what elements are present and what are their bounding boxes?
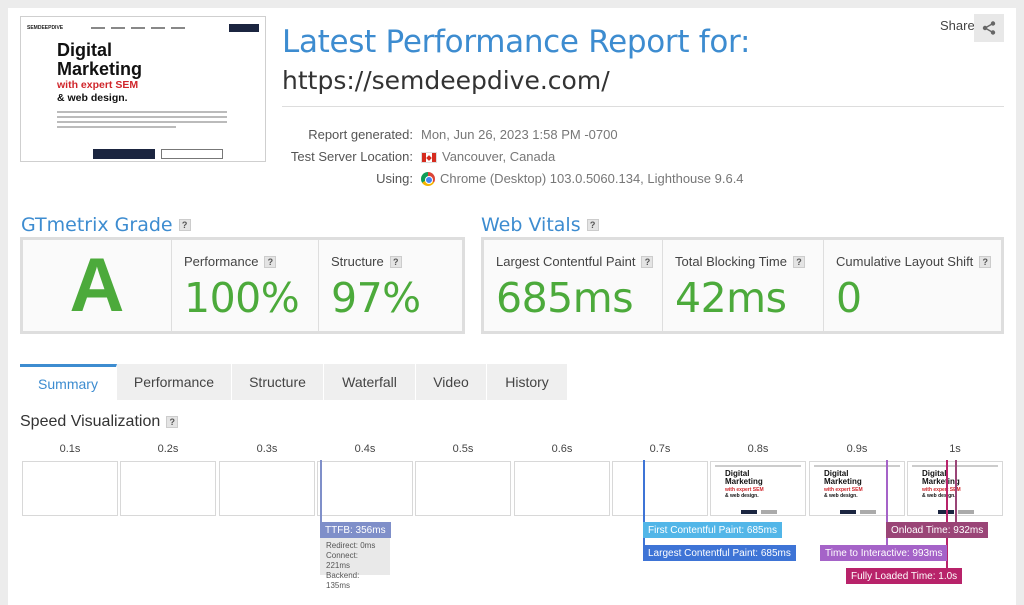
chrome-icon [421, 172, 435, 186]
filmstrip-frame-rendered[interactable]: Digital Marketing with expert SEM & web … [809, 461, 905, 516]
tab-video[interactable]: Video [416, 364, 487, 400]
thumb-subline: with expert SEM [57, 79, 139, 91]
tab-structure[interactable]: Structure [232, 364, 324, 400]
share-icon [982, 21, 996, 35]
timeline-tick: 0.9s [846, 443, 868, 455]
filmstrip-frame[interactable] [22, 461, 118, 516]
timeline-tick: 0.4s [354, 443, 376, 455]
performance-value: 100% [184, 274, 300, 322]
help-icon[interactable]: ? [166, 416, 179, 428]
timeline-tick: 0.2s [157, 443, 179, 455]
fcp-marker: First Contentful Paint: 685ms [643, 522, 782, 538]
structure-score-cell: Structure? 97% [319, 240, 462, 331]
filmstrip-frame[interactable] [219, 461, 315, 516]
timeline-tick: 0.3s [256, 443, 278, 455]
report-meta-values: Mon, Jun 26, 2023 1:58 PM -0700 Vancouve… [421, 124, 744, 190]
ttfb-line [320, 460, 322, 522]
web-vitals-panel: Largest Contentful Paint? 685ms Total Bl… [481, 237, 1004, 334]
grade-cell: A [23, 240, 172, 331]
cls-value: 0 [836, 274, 862, 322]
tab-summary[interactable]: Summary [20, 364, 117, 400]
performance-label: Performance [184, 254, 259, 269]
tab-waterfall[interactable]: Waterfall [324, 364, 416, 400]
report-meta-labels: Report generated: Test Server Location: … [260, 124, 413, 190]
ttfb-redirect: Redirect: 0ms [326, 541, 376, 550]
thumb-subline-2: & web design. [57, 92, 128, 104]
lcp-marker: Largest Contentful Paint: 685ms [643, 545, 796, 561]
tbt-label: Total Blocking Time [675, 254, 787, 269]
timeline-tick: 1s [949, 443, 961, 455]
onload-marker: Onload Time: 932ms [886, 522, 989, 538]
help-icon[interactable]: ? [586, 219, 599, 231]
structure-label: Structure [331, 254, 384, 269]
tti-line [886, 460, 888, 553]
share-button[interactable] [974, 14, 1004, 42]
help-icon[interactable]: ? [178, 219, 191, 231]
site-screenshot-thumbnail[interactable]: SEMDEEPDIVE Digital Marketing with exper… [20, 16, 266, 162]
gtmetrix-grade-title: GTmetrix Grade ? [21, 214, 191, 236]
page-title: Latest Performance Report for: [282, 24, 751, 60]
help-icon[interactable]: ? [793, 255, 805, 268]
cls-cell: Cumulative Layout Shift? 0 [824, 240, 1001, 331]
help-icon[interactable]: ? [641, 255, 654, 268]
canada-flag-icon [421, 151, 437, 163]
lcp-value: 685ms [496, 274, 634, 322]
generated-value: Mon, Jun 26, 2023 1:58 PM -0700 [421, 127, 618, 142]
tbt-cell: Total Blocking Time? 42ms [663, 240, 824, 331]
speed-visualization-title: Speed Visualization ? [20, 413, 179, 431]
thumb-headline: Digital Marketing [57, 40, 143, 79]
using-value: Chrome (Desktop) 103.0.5060.134, Lightho… [440, 171, 744, 186]
using-label: Using: [376, 171, 413, 186]
thumb-logo: SEMDEEPDIVE [27, 25, 64, 31]
gtmetrix-grade-panel: A Performance? 100% Structure? 97% [20, 237, 465, 334]
location-value: Vancouver, Canada [442, 149, 556, 164]
location-label: Test Server Location: [290, 149, 413, 164]
report-url: https://semdeepdive.com/ [282, 66, 610, 95]
timeline-tick: 0.5s [452, 443, 474, 455]
tab-history[interactable]: History [487, 364, 568, 400]
ttfb-marker: TTFB: 356ms [320, 522, 391, 538]
ttfb-backend: Backend: 135ms [326, 571, 360, 590]
onload-line [955, 460, 957, 524]
filmstrip-frame[interactable] [612, 461, 708, 516]
ttfb-connect: Connect: 221ms [326, 551, 359, 570]
help-icon[interactable]: ? [979, 255, 992, 268]
help-icon[interactable]: ? [264, 255, 277, 268]
thumb-nav: SEMDEEPDIVE [27, 23, 259, 33]
timeline-tick: 0.6s [551, 443, 573, 455]
report-tabs: Summary Performance Structure Waterfall … [20, 364, 568, 400]
timeline-tick: 0.8s [747, 443, 769, 455]
lcp-cell: Largest Contentful Paint? 685ms [484, 240, 663, 331]
structure-value: 97% [331, 274, 421, 322]
help-icon[interactable]: ? [389, 255, 402, 268]
fully-loaded-marker: Fully Loaded Time: 1.0s [846, 568, 963, 584]
filmstrip-frame[interactable] [415, 461, 511, 516]
generated-label: Report generated: [308, 127, 413, 142]
tti-marker: Time to Interactive: 993ms [820, 545, 948, 561]
cls-label: Cumulative Layout Shift [836, 254, 974, 269]
filmstrip-frame[interactable] [120, 461, 216, 516]
lcp-label: Largest Contentful Paint [496, 254, 636, 269]
share-label: Share [940, 18, 975, 33]
performance-score-cell: Performance? 100% [172, 240, 319, 331]
web-vitals-title: Web Vitals ? [481, 214, 599, 236]
timeline-tick: 0.7s [649, 443, 671, 455]
filmstrip-frame-rendered[interactable]: Digital Marketing with expert SEM & web … [710, 461, 806, 516]
filmstrip-frame[interactable] [514, 461, 610, 516]
tbt-value: 42ms [675, 274, 787, 322]
ttfb-details: Redirect: 0ms Connect: 221ms Backend: 13… [320, 538, 390, 590]
tab-performance[interactable]: Performance [117, 364, 232, 400]
divider [282, 106, 1004, 107]
filmstrip-frame[interactable] [317, 461, 413, 516]
grade-letter: A [69, 243, 125, 328]
timeline-tick: 0.1s [59, 443, 81, 455]
